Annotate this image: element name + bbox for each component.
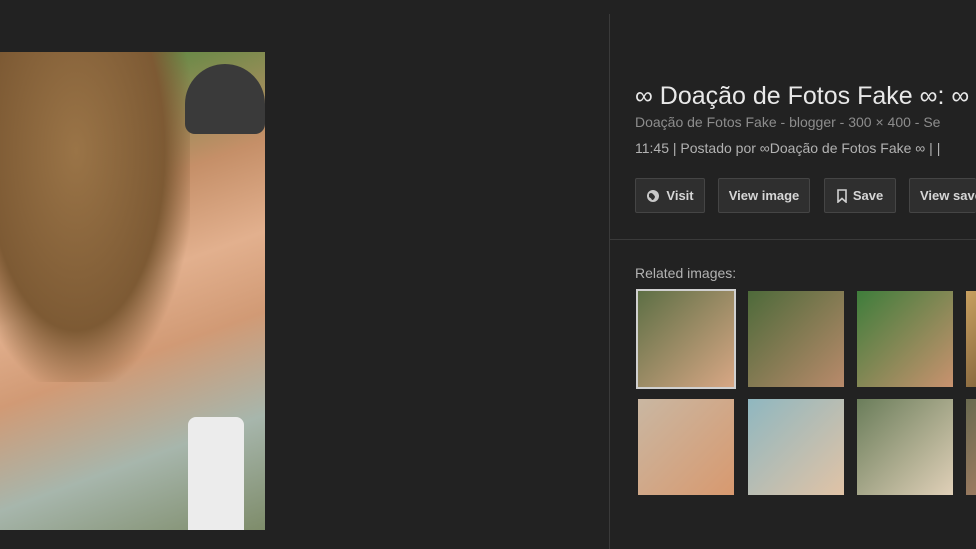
visit-button[interactable]: Visit (635, 178, 705, 213)
preview-image-detail (188, 417, 244, 530)
view-saved-button-label: View saved (920, 188, 976, 203)
view-saved-button[interactable]: View saved (909, 178, 976, 213)
result-meta: Doação de Fotos Fake - blogger - 300 × 4… (635, 114, 941, 130)
related-images-label: Related images: (635, 265, 737, 281)
couple-pool-thumb[interactable] (748, 291, 844, 387)
partial-thumb-row1[interactable] (966, 291, 976, 387)
couple-grass-thumb[interactable] (857, 291, 953, 387)
selfie-thumb[interactable] (638, 399, 734, 495)
main-preview-image[interactable] (0, 52, 265, 530)
visit-button-label: Visit (666, 188, 694, 203)
preview-image-detail (0, 52, 190, 382)
couple-hug-thumb[interactable] (636, 289, 736, 389)
globe-icon (646, 189, 660, 203)
save-button[interactable]: Save (824, 178, 896, 213)
view-image-button-label: View image (728, 188, 800, 203)
panel-divider (609, 14, 610, 549)
result-title[interactable]: ∞ Doação de Fotos Fake ∞: ∞ (635, 82, 969, 111)
result-caption: 11:45 | Postado por ∞Doação de Fotos Fak… (635, 140, 941, 156)
partial-thumb-row2[interactable] (966, 399, 976, 495)
preview-image-detail (185, 64, 265, 134)
boat-thumb[interactable] (748, 399, 844, 495)
save-button-label: Save (852, 188, 884, 203)
view-image-button[interactable]: View image (718, 178, 810, 213)
bookmark-icon (837, 188, 847, 203)
reading-thumb[interactable] (857, 399, 953, 495)
section-divider (610, 239, 976, 240)
